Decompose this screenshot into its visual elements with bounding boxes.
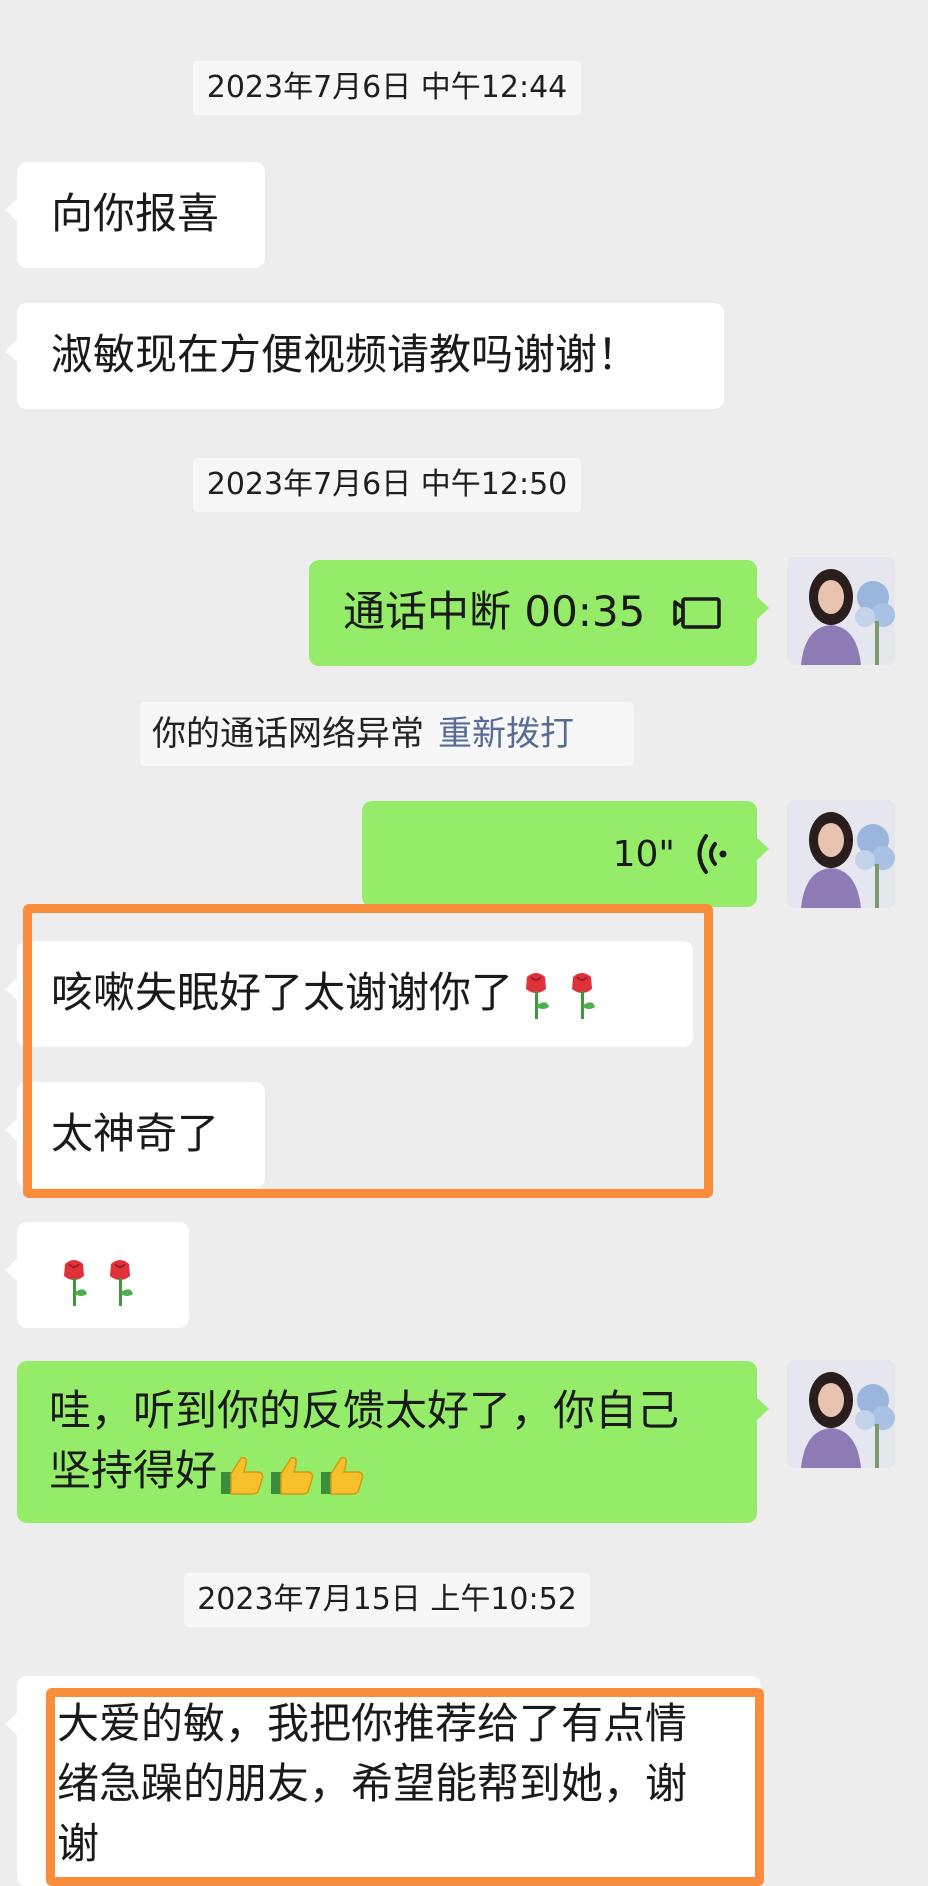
message-bubble-outgoing[interactable]: 哇，听到你的反馈太好了，你自己 坚持得好 [17,1361,769,1523]
avatar-photo [787,1360,895,1468]
message-bubble-incoming[interactable] [5,1222,189,1328]
message-bubble-incoming[interactable]: 淑敏现在方便视频请教吗谢谢！ [5,303,724,409]
bubble-tail [5,198,18,222]
video-call-icon [673,597,721,629]
highlight-box [46,1688,764,1886]
bubble-tail [5,339,18,363]
notice-text: 你的通话网络异常 [152,714,424,754]
message-text-line: 坚持得好 [49,1441,757,1501]
voice-duration: 10" [612,834,675,875]
voice-wave-icon [697,834,727,874]
timestamp: 2023年7月6日 中午12:50 [193,458,581,512]
message-text-line: 哇，听到你的反馈太好了，你自己 [49,1386,680,1435]
message-text: 淑敏现在方便视频请教吗谢谢！ [51,330,640,379]
avatar[interactable] [787,1360,895,1468]
message-bubble-incoming[interactable]: 向你报喜 [5,162,265,268]
thumbs-up-emoji [321,1456,364,1495]
avatar-photo [787,557,895,665]
call-status-text: 通话中断 00:35 [343,587,646,636]
timestamp: 2023年7月15日 上午10:52 [184,1573,590,1627]
bubble-tail [5,1258,18,1282]
avatar[interactable] [787,800,895,908]
bubble-tail [756,837,769,861]
avatar[interactable] [787,557,895,665]
thumbs-up-emoji [221,1456,264,1495]
highlight-box [23,904,713,1198]
call-record-bubble[interactable]: 通话中断 00:35 [309,560,769,666]
bubble-tail [5,977,18,1001]
bubble-tail [756,1397,769,1421]
timestamp: 2023年7月6日 中午12:44 [193,61,581,115]
redial-link[interactable]: 重新拨打 [438,714,574,754]
message-text: 向你报喜 [51,189,220,238]
rose-emoji [64,1259,87,1306]
message-text: 坚持得好 [49,1446,218,1495]
system-notice: 你的通话网络异常 重新拨打 [140,702,634,766]
avatar-photo [787,800,895,908]
thumbs-up-emoji [271,1456,314,1495]
voice-message-bubble[interactable]: 10" [362,801,769,907]
bubble-tail [756,596,769,620]
bubble-tail [5,1712,18,1736]
rose-emoji [110,1259,133,1306]
bubble-tail [5,1118,18,1142]
